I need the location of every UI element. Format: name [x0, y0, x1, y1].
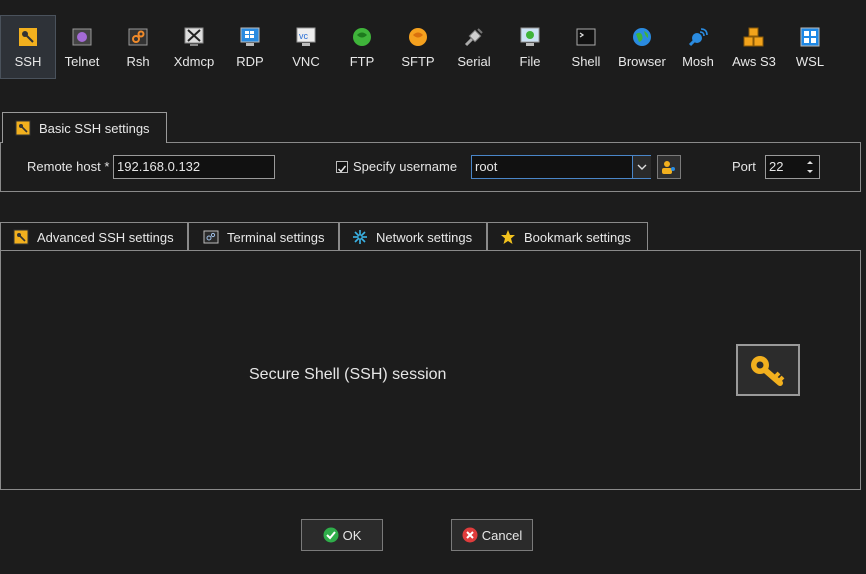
tool-file[interactable]: File — [502, 16, 558, 80]
tool-telnet[interactable]: Telnet — [54, 16, 110, 80]
tool-label: FTP — [349, 54, 375, 69]
telnet-icon — [72, 28, 92, 46]
tool-label: Xdmcp — [173, 54, 215, 69]
specify-username-checkbox[interactable] — [336, 161, 348, 173]
ok-button[interactable]: OK — [301, 519, 383, 551]
port-label: Port — [732, 159, 756, 174]
key-icon — [751, 356, 785, 386]
tab-label: Bookmark settings — [524, 229, 631, 245]
tool-shell[interactable]: Shell — [558, 16, 614, 80]
tool-label: Telnet — [64, 54, 100, 69]
tool-label: SSH — [14, 54, 42, 69]
tool-wsl[interactable]: WSL — [782, 16, 838, 80]
star-icon — [501, 230, 515, 244]
spin-arrows-icon — [807, 161, 813, 173]
tool-ftp[interactable]: FTP — [334, 16, 390, 80]
tab-terminal-settings[interactable]: Terminal settings — [188, 222, 339, 251]
tool-label: SFTP — [401, 54, 435, 69]
username-value: root — [475, 159, 498, 174]
ok-label: OK — [342, 527, 362, 543]
cancel-button[interactable]: Cancel — [451, 519, 533, 551]
key-icon — [15, 120, 31, 136]
tool-label: Shell — [571, 54, 601, 69]
browser-icon — [633, 28, 651, 46]
tool-mosh[interactable]: Mosh — [670, 16, 726, 80]
port-value: 22 — [769, 159, 784, 174]
tab-label: Basic SSH settings — [39, 120, 150, 136]
tool-label: Browser — [618, 54, 666, 69]
tool-label: RDP — [236, 54, 264, 69]
chevron-down-icon — [637, 164, 647, 170]
basic-settings-panel: Remote host * 192.168.0.132 Specify user… — [0, 142, 861, 192]
tool-ssh[interactable]: SSH — [0, 15, 56, 79]
tool-vnc[interactable]: vc VNC — [278, 16, 334, 80]
tool-label: VNC — [292, 54, 320, 69]
tool-xdmcp[interactable]: Xdmcp — [166, 16, 222, 80]
tool-label: File — [519, 54, 541, 69]
remote-host-label: Remote host * — [27, 159, 110, 174]
rdp-icon — [240, 27, 260, 46]
session-description: Secure Shell (SSH) session — [249, 366, 447, 383]
tool-sftp[interactable]: SFTP — [390, 16, 446, 80]
network-icon — [353, 230, 367, 244]
tool-rsh[interactable]: Rsh — [110, 16, 166, 80]
port-stepper[interactable] — [802, 156, 818, 178]
tab-advanced-ssh-settings[interactable]: Advanced SSH settings — [0, 222, 188, 251]
shell-icon — [576, 28, 596, 46]
cancel-label: Cancel — [481, 527, 523, 543]
aws-s3-icon — [743, 27, 764, 47]
checkmark-icon — [323, 527, 339, 543]
username-dropdown-button[interactable] — [632, 156, 651, 178]
tab-label: Terminal settings — [227, 229, 325, 245]
ftp-icon — [353, 28, 371, 46]
tool-browser[interactable]: Browser — [614, 16, 670, 80]
tab-bookmark-settings[interactable]: Bookmark settings — [487, 222, 648, 251]
ssh-key-image — [736, 344, 800, 396]
terminal-icon — [203, 230, 219, 244]
file-icon — [520, 27, 540, 46]
mosh-icon — [688, 28, 708, 47]
vnc-icon: vc — [296, 27, 316, 46]
tab-label: Network settings — [376, 229, 473, 245]
user-manager-button[interactable] — [657, 155, 681, 179]
tool-rdp[interactable]: RDP — [222, 16, 278, 80]
key-icon — [13, 229, 29, 245]
user-key-icon — [662, 161, 675, 174]
svg-text:vc: vc — [299, 31, 309, 41]
wsl-icon — [800, 27, 820, 47]
tool-label: Rsh — [126, 54, 150, 69]
tab-network-settings[interactable]: Network settings — [339, 222, 487, 251]
specify-username-label: Specify username — [353, 159, 458, 174]
username-combobox[interactable]: root — [471, 155, 651, 179]
rsh-icon — [128, 28, 148, 46]
tab-basic-ssh-settings[interactable]: Basic SSH settings — [2, 112, 167, 143]
xdmcp-icon — [184, 27, 204, 46]
tab-label: Advanced SSH settings — [37, 229, 174, 245]
session-description-panel: Secure Shell (SSH) session — [0, 250, 861, 490]
session-type-toolbar: SSH Telnet Rsh Xdmcp RDP vc VNC FTP SFTP… — [0, 0, 866, 82]
tool-label: Mosh — [682, 54, 714, 69]
tool-label: Serial — [457, 54, 491, 69]
sftp-icon — [409, 28, 427, 46]
tool-serial[interactable]: Serial — [446, 16, 502, 80]
close-icon — [462, 527, 478, 543]
tool-label: WSL — [795, 54, 825, 69]
serial-icon — [464, 28, 483, 47]
tool-label: Aws S3 — [732, 54, 776, 69]
remote-host-input[interactable]: 192.168.0.132 — [113, 155, 275, 179]
key-icon — [19, 28, 37, 46]
tool-aws-s3[interactable]: Aws S3 — [726, 16, 782, 80]
checkmark-icon — [337, 165, 347, 173]
